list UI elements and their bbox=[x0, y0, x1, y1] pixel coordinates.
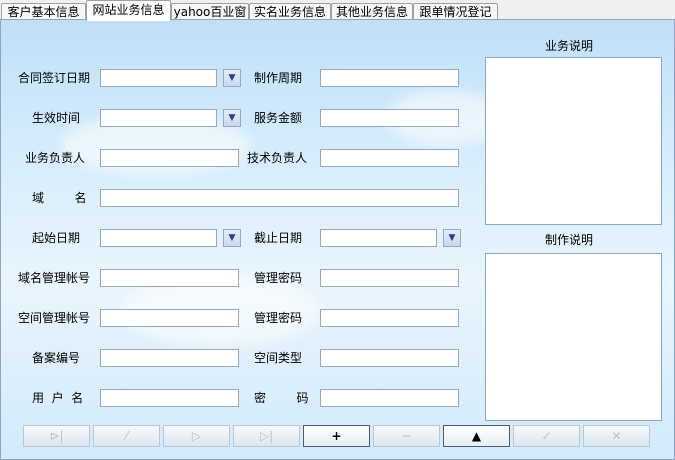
contract-sign-date-input[interactable] bbox=[100, 69, 217, 87]
username-label: 用 户 名 bbox=[32, 391, 84, 405]
production-period-input[interactable] bbox=[320, 69, 459, 87]
space-type-input[interactable] bbox=[320, 349, 459, 367]
tab-website-business[interactable]: 网站业务信息 bbox=[86, 0, 171, 21]
tech-manager-input[interactable] bbox=[320, 149, 459, 167]
last-record-button[interactable]: ▷| bbox=[233, 425, 300, 447]
end-date-dropdown[interactable]: ▼ bbox=[443, 229, 461, 247]
end-date-label: 截止日期 bbox=[254, 231, 303, 245]
manage-password-2-label: 管理密码 bbox=[254, 311, 303, 325]
chevron-down-icon: ▼ bbox=[228, 113, 236, 123]
effective-time-label: 生效时间 bbox=[32, 111, 81, 125]
website-business-panel: 合同签订日期 ▼ 制作周期 生效时间 ▼ 服务金额 业务负责人 技术负责人 域 … bbox=[0, 19, 675, 460]
end-date-input[interactable] bbox=[320, 229, 437, 247]
edit-record-button[interactable]: ▲ bbox=[443, 425, 510, 447]
manage-password-1-input[interactable] bbox=[320, 269, 459, 287]
domain-label: 域 名 bbox=[32, 191, 87, 205]
tab-realname-business[interactable]: 实名业务信息 bbox=[249, 3, 331, 19]
space-admin-account-label: 空间管理帐号 bbox=[18, 311, 91, 325]
start-date-input[interactable] bbox=[100, 229, 217, 247]
next-record-button[interactable]: ▷ bbox=[163, 425, 230, 447]
start-date-dropdown[interactable]: ▼ bbox=[223, 229, 241, 247]
start-date-label: 起始日期 bbox=[32, 231, 81, 245]
record-number-label: 备案编号 bbox=[32, 351, 81, 365]
tab-customer-info[interactable]: 客户基本信息 bbox=[1, 3, 86, 19]
chevron-down-icon: ▼ bbox=[448, 233, 456, 243]
tab-yahoo[interactable]: yahoo百业窗 bbox=[171, 3, 249, 19]
production-desc-label: 制作说明 bbox=[545, 233, 594, 247]
tab-bar: 客户基本信息 网站业务信息 yahoo百业窗 实名业务信息 其他业务信息 跟单情… bbox=[0, 0, 675, 21]
password-label: 密 码 bbox=[254, 391, 309, 405]
record-number-input[interactable] bbox=[100, 349, 239, 367]
cancel-record-button[interactable]: ✕ bbox=[583, 425, 650, 447]
contract-sign-date-label: 合同签订日期 bbox=[18, 71, 91, 85]
first-record-button[interactable]: ⊳| bbox=[23, 425, 90, 447]
effective-time-dropdown[interactable]: ▼ bbox=[223, 109, 241, 127]
prev-record-button[interactable]: ⁄ bbox=[93, 425, 160, 447]
domain-input[interactable] bbox=[100, 189, 459, 207]
service-amount-label: 服务金额 bbox=[254, 111, 303, 125]
business-desc-label: 业务说明 bbox=[545, 39, 594, 53]
manage-password-2-input[interactable] bbox=[320, 309, 459, 327]
username-input[interactable] bbox=[100, 389, 239, 407]
domain-admin-account-input[interactable] bbox=[100, 269, 239, 287]
chevron-down-icon: ▼ bbox=[228, 73, 236, 83]
space-type-label: 空间类型 bbox=[254, 351, 303, 365]
domain-admin-account-label: 域名管理帐号 bbox=[18, 271, 91, 285]
business-manager-input[interactable] bbox=[100, 149, 239, 167]
business-desc-textarea[interactable] bbox=[485, 57, 662, 225]
tab-followup-record[interactable]: 跟单情况登记 bbox=[413, 3, 498, 19]
delete-record-button[interactable]: − bbox=[373, 425, 440, 447]
effective-time-input[interactable] bbox=[100, 109, 217, 127]
tech-manager-label: 技术负责人 bbox=[247, 151, 308, 165]
add-record-button[interactable]: + bbox=[303, 425, 370, 447]
save-record-button[interactable]: ✓ bbox=[513, 425, 580, 447]
manage-password-1-label: 管理密码 bbox=[254, 271, 303, 285]
tab-other-business[interactable]: 其他业务信息 bbox=[331, 3, 413, 19]
production-desc-textarea[interactable] bbox=[485, 253, 662, 421]
production-period-label: 制作周期 bbox=[254, 71, 303, 85]
chevron-down-icon: ▼ bbox=[228, 233, 236, 243]
business-manager-label: 业务负责人 bbox=[25, 151, 86, 165]
password-input[interactable] bbox=[320, 389, 459, 407]
space-admin-account-input[interactable] bbox=[100, 309, 239, 327]
contract-sign-date-dropdown[interactable]: ▼ bbox=[223, 69, 241, 87]
service-amount-input[interactable] bbox=[320, 109, 459, 127]
